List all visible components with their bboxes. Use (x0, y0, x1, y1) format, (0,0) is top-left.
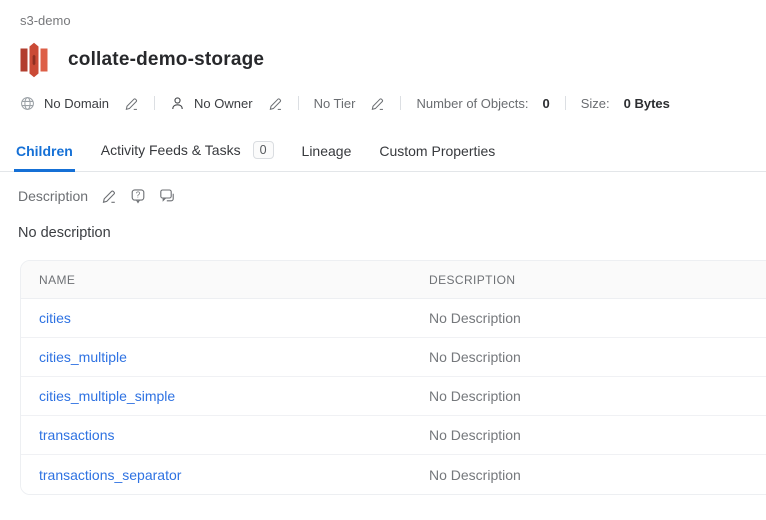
table-row: cities No Description (21, 299, 766, 338)
svg-text:?: ? (136, 191, 141, 200)
objects-count-value: 0 (542, 96, 549, 111)
table-row: cities_multiple No Description (21, 338, 766, 377)
size-label: Size: (581, 96, 610, 111)
tab-children[interactable]: Children (14, 138, 75, 172)
description-title: Description (18, 188, 88, 204)
page-title: collate-demo-storage (68, 49, 264, 71)
child-description: No Description (429, 427, 766, 443)
table-row: transactions_separator No Description (21, 455, 766, 494)
child-link[interactable]: cities (39, 310, 71, 326)
tab-label: Children (16, 143, 73, 159)
description-empty-text: No description (18, 225, 766, 241)
entity-header: collate-demo-storage (20, 42, 766, 78)
child-link[interactable]: cities_multiple_simple (39, 388, 175, 404)
children-table: NAME DESCRIPTION cities No Description c… (20, 260, 766, 495)
tab-bar: Children Activity Feeds & Tasks 0 Lineag… (0, 136, 766, 172)
child-link[interactable]: transactions (39, 427, 114, 443)
tab-activity-feeds-tasks[interactable]: Activity Feeds & Tasks 0 (99, 136, 276, 172)
pencil-icon (370, 96, 385, 111)
owner-field: No Owner (170, 96, 283, 111)
tab-label: Activity Feeds & Tasks (101, 142, 241, 158)
edit-owner-button[interactable] (268, 96, 283, 111)
column-header-description: DESCRIPTION (429, 273, 766, 287)
child-link[interactable]: cities_multiple (39, 349, 127, 365)
divider (154, 96, 155, 110)
tab-label: Custom Properties (379, 143, 495, 159)
divider (565, 96, 566, 110)
comments-button[interactable] (159, 188, 175, 204)
tab-label: Lineage (302, 143, 352, 159)
tab-lineage[interactable]: Lineage (300, 138, 354, 172)
domain-label: No Domain (44, 96, 109, 111)
child-description: No Description (429, 388, 766, 404)
comments-icon (159, 188, 175, 204)
pencil-icon (268, 96, 283, 111)
s3-bucket-icon (20, 42, 48, 78)
domain-field: No Domain (20, 96, 139, 111)
objects-count-field: Number of Objects: 0 (416, 96, 549, 111)
tier-label: No Tier (314, 96, 356, 111)
tab-count-badge: 0 (253, 141, 274, 159)
tab-custom-properties[interactable]: Custom Properties (377, 138, 497, 172)
owner-label: No Owner (194, 96, 253, 111)
tier-field: No Tier (314, 96, 386, 111)
divider (298, 96, 299, 110)
pencil-icon (124, 96, 139, 111)
user-icon (170, 96, 185, 111)
breadcrumb-link-service[interactable]: s3-demo (20, 13, 71, 28)
entity-meta-row: No Domain No Owner No Tier (20, 94, 766, 112)
table-header-row: NAME DESCRIPTION (21, 261, 766, 299)
edit-tier-button[interactable] (370, 96, 385, 111)
table-row: cities_multiple_simple No Description (21, 377, 766, 416)
size-field: Size: 0 Bytes (581, 96, 670, 111)
description-header: Description ? (18, 187, 766, 205)
table-row: transactions No Description (21, 416, 766, 455)
divider (400, 96, 401, 110)
child-description: No Description (429, 310, 766, 326)
objects-count-label: Number of Objects: (416, 96, 528, 111)
edit-domain-button[interactable] (124, 96, 139, 111)
column-header-name: NAME (21, 273, 429, 287)
child-link[interactable]: transactions_separator (39, 467, 181, 483)
child-description: No Description (429, 349, 766, 365)
request-description-icon: ? (130, 188, 146, 204)
child-description: No Description (429, 467, 766, 483)
pencil-icon (101, 188, 117, 204)
edit-description-button[interactable] (101, 188, 117, 204)
breadcrumb: s3-demo (0, 0, 766, 29)
globe-icon (20, 96, 35, 111)
request-description-button[interactable]: ? (130, 188, 146, 204)
size-value: 0 Bytes (624, 96, 670, 111)
